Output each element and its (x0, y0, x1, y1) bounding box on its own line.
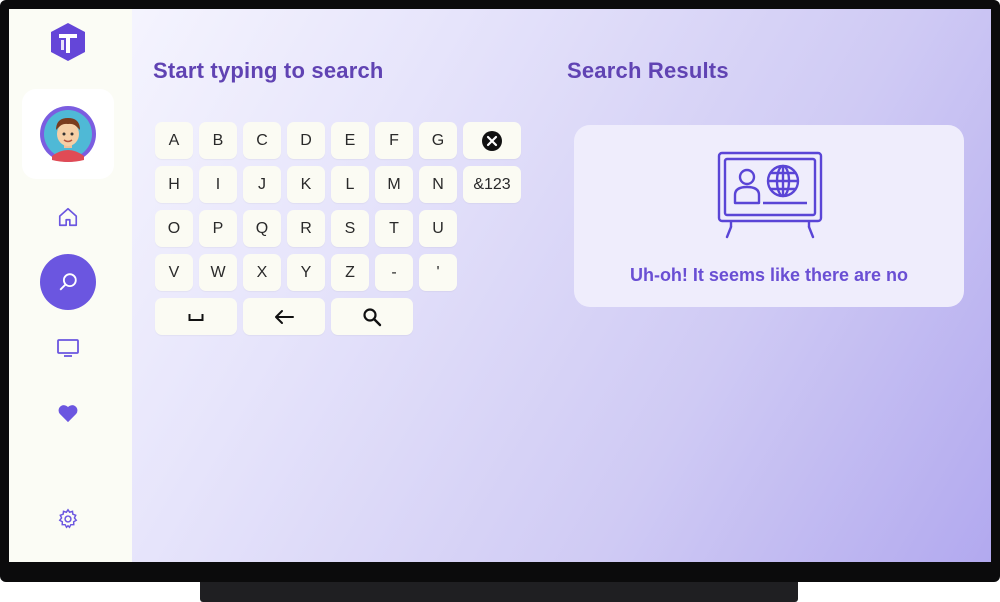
clear-icon (482, 130, 502, 151)
backspace-key[interactable] (243, 298, 325, 335)
key-p[interactable]: P (199, 210, 237, 247)
tv-screen: Start typing to search Search Results A … (9, 9, 991, 562)
key-h[interactable]: H (155, 166, 193, 203)
key-hyphen[interactable]: - (375, 254, 413, 291)
app-logo-icon (49, 22, 87, 62)
key-o[interactable]: O (155, 210, 193, 247)
key-w[interactable]: W (199, 254, 237, 291)
key-m[interactable]: M (375, 166, 413, 203)
search-submit-key[interactable] (331, 298, 413, 335)
tv-stand (200, 582, 798, 602)
search-heading: Start typing to search (153, 58, 384, 83)
search-results-panel: Uh-oh! It seems like there are no (574, 125, 964, 307)
tv-person-globe-icon (717, 151, 823, 239)
key-e[interactable]: E (331, 122, 369, 159)
key-l[interactable]: L (331, 166, 369, 203)
space-icon (188, 313, 204, 321)
nav-home[interactable] (40, 189, 96, 245)
home-icon (58, 207, 78, 227)
key-y[interactable]: Y (287, 254, 325, 291)
no-results-message: Uh-oh! It seems like there are no (629, 265, 909, 285)
key-t[interactable]: T (375, 210, 413, 247)
backspace-arrow-icon (275, 309, 294, 324)
key-n[interactable]: N (419, 166, 457, 203)
clear-key[interactable] (463, 122, 521, 159)
key-c[interactable]: C (243, 122, 281, 159)
nav-search[interactable] (40, 254, 96, 310)
key-v[interactable]: V (155, 254, 193, 291)
key-r[interactable]: R (287, 210, 325, 247)
key-k[interactable]: K (287, 166, 325, 203)
key-b[interactable]: B (199, 122, 237, 159)
search-icon (363, 307, 382, 326)
space-key[interactable] (155, 298, 237, 335)
nav-settings[interactable] (40, 491, 96, 547)
results-heading: Search Results (567, 58, 729, 83)
key-u[interactable]: U (419, 210, 457, 247)
gear-icon (58, 508, 78, 529)
key-f[interactable]: F (375, 122, 413, 159)
search-icon (59, 273, 77, 291)
key-a[interactable]: A (155, 122, 193, 159)
key-d[interactable]: D (287, 122, 325, 159)
nav-tv[interactable] (40, 320, 96, 376)
key-apostrophe[interactable]: ' (419, 254, 457, 291)
key-g[interactable]: G (419, 122, 457, 159)
heart-icon (58, 405, 78, 423)
key-x[interactable]: X (243, 254, 281, 291)
nav-favorites[interactable] (40, 385, 96, 441)
key-q[interactable]: Q (243, 210, 281, 247)
key-j[interactable]: J (243, 166, 281, 203)
tv-icon (57, 339, 79, 357)
avatar (40, 106, 96, 162)
sidebar (9, 9, 132, 562)
profile-card[interactable] (22, 89, 114, 179)
symbols-key[interactable]: &123 (463, 166, 521, 203)
key-z[interactable]: Z (331, 254, 369, 291)
key-i[interactable]: I (199, 166, 237, 203)
key-s[interactable]: S (331, 210, 369, 247)
